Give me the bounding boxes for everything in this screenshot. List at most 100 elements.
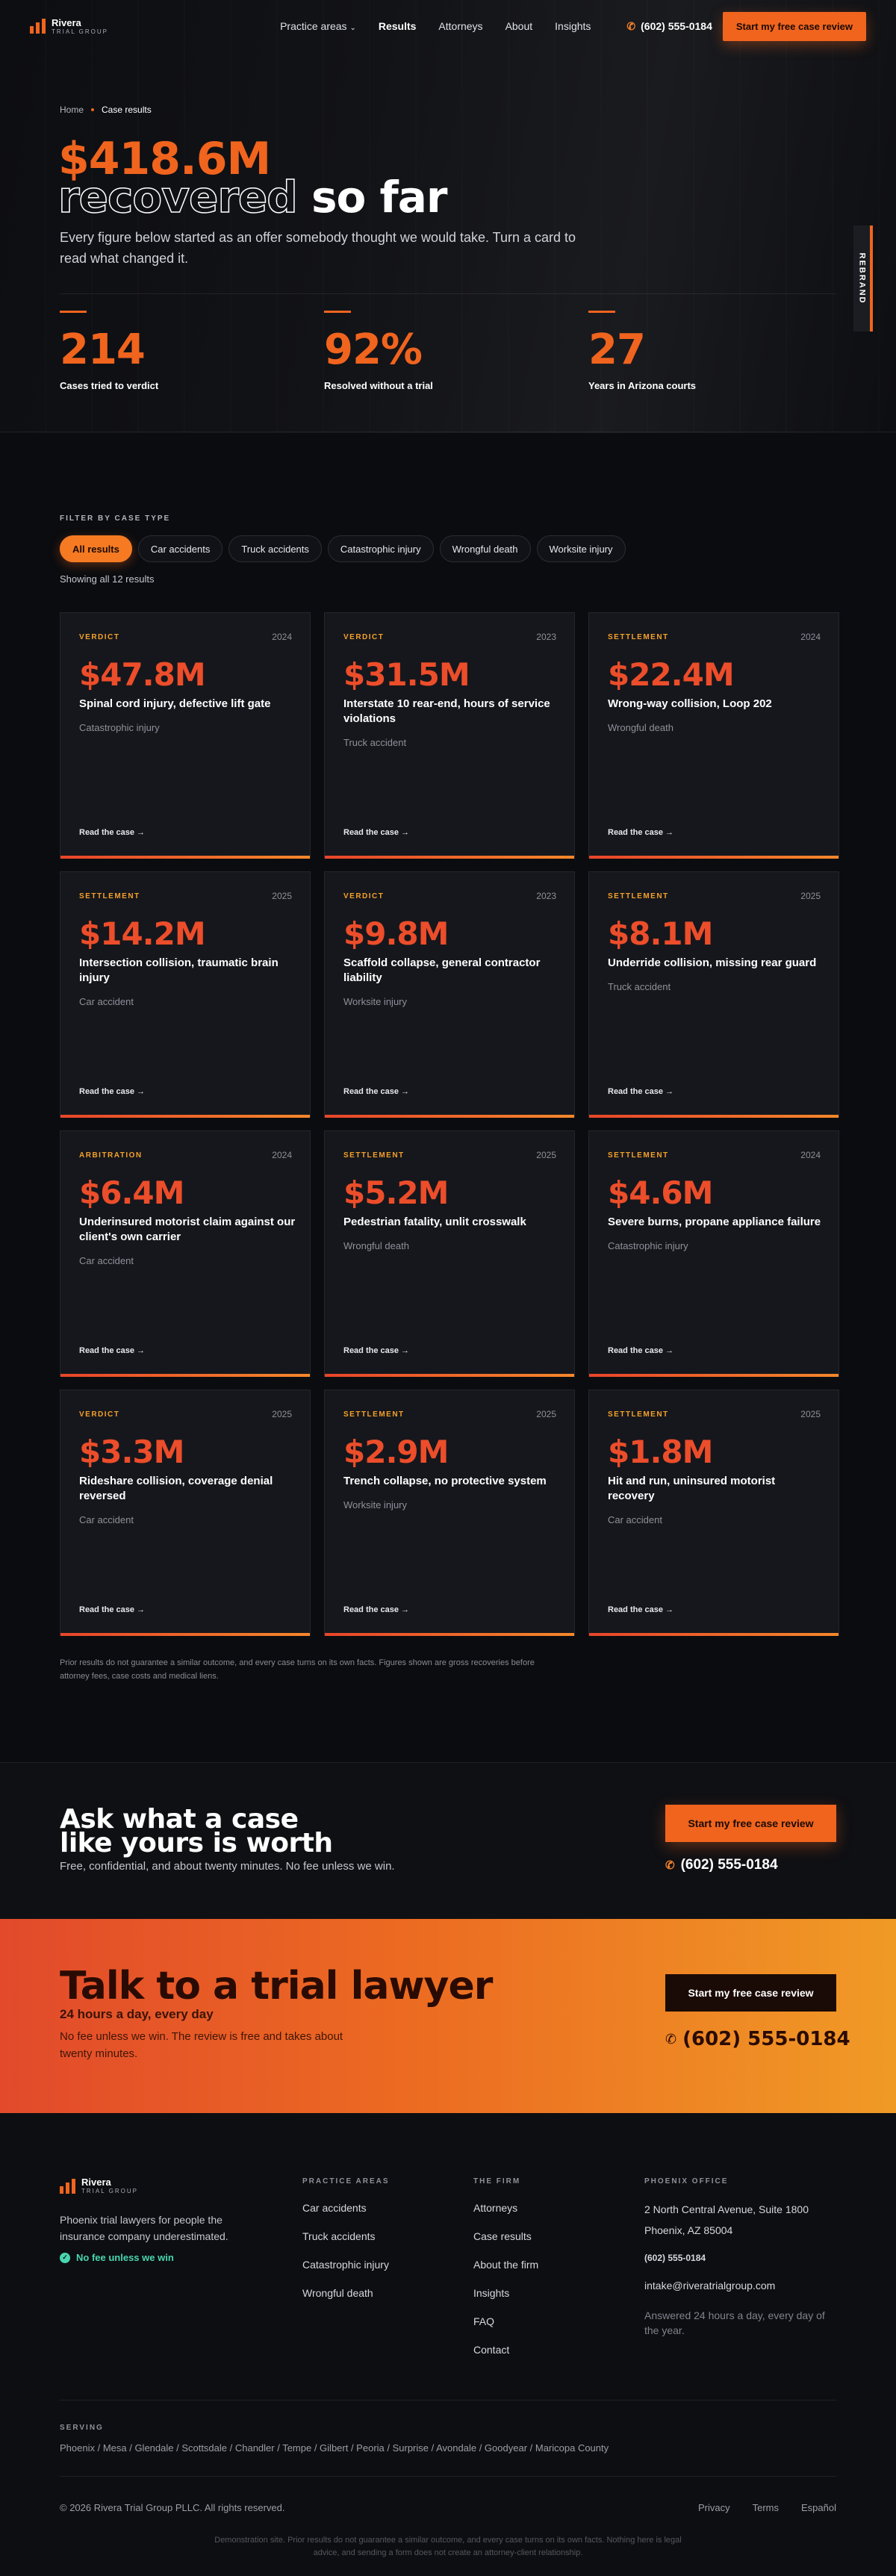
case-title: Pedestrian fatality, unlit crosswalk Wron… xyxy=(343,1215,560,1254)
case-tag: SETTLEMENT xyxy=(608,633,669,641)
trial-lawyer-phone[interactable]: ✆ (602) 555-0184 xyxy=(665,2028,850,2050)
case-card[interactable]: VERDICT 2025 $3.3M Rideshare collision, cov… xyxy=(60,1390,311,1636)
read-case-link[interactable]: Read the case → xyxy=(608,1087,673,1096)
chip-wrongful-death[interactable]: Wrongful death xyxy=(439,535,531,562)
read-case-link[interactable]: Read the case → xyxy=(608,1346,673,1355)
site-footer: Rivera TRIAL GROUP Phoenix trial lawyers … xyxy=(0,2113,896,2576)
cta-band: Ask what a case like yours is worth Free,… xyxy=(0,1762,896,1919)
main-nav: Practice areas ⌄ Results Attorneys About… xyxy=(280,20,591,32)
arrow-right-icon: → xyxy=(137,828,146,837)
case-title: Hit and run, uninsured motorist recovery… xyxy=(608,1474,824,1528)
cta-band-phone[interactable]: ✆ (602) 555-0184 xyxy=(665,1857,778,1873)
nav-attorneys[interactable]: Attorneys xyxy=(438,20,482,32)
case-amount: $31.5M xyxy=(343,656,470,693)
read-case-link[interactable]: Read the case → xyxy=(79,1087,145,1096)
case-card[interactable]: VERDICT 2023 $31.5M Interstate 10 rear-end,… xyxy=(324,612,575,859)
trial-lawyer-subtitle: No fee unless we win. The review is free… xyxy=(60,2030,343,2060)
nav-results[interactable]: Results xyxy=(379,20,417,32)
cta-band-title: Ask what a case like yours is worth xyxy=(60,1804,333,1858)
case-tag: VERDICT xyxy=(79,633,120,641)
case-card[interactable]: VERDICT 2023 $9.8M Scaffold collapse, gener… xyxy=(324,871,575,1118)
phone-icon: ✆ xyxy=(626,19,636,32)
read-case-link[interactable]: Read the case → xyxy=(343,1087,409,1096)
footer-link[interactable]: Case results xyxy=(473,2230,538,2242)
site-header: Rivera TRIAL GROUP Practice areas ⌄ Resul… xyxy=(0,0,896,52)
chip-car-accidents[interactable]: Car accidents xyxy=(137,535,223,562)
serving-areas: Phoenix / Mesa / Glendale / Scottsdale /… xyxy=(60,2442,609,2454)
case-tag: VERDICT xyxy=(343,892,385,900)
arrow-right-icon: → xyxy=(665,1605,674,1614)
case-card[interactable]: SETTLEMENT 2025 $8.1M Underride collision, … xyxy=(588,871,839,1118)
footer-practice-areas: PRACTICE AREAS Car accidents Truck accid… xyxy=(302,2177,390,2299)
case-card[interactable]: SETTLEMENT 2024 $4.6M Severe burns, propane… xyxy=(588,1130,839,1377)
breadcrumb-dot-icon xyxy=(91,108,95,111)
hero-divider xyxy=(60,293,836,294)
logo[interactable]: Rivera TRIAL GROUP xyxy=(30,18,108,35)
read-case-link[interactable]: Read the case → xyxy=(79,828,145,837)
case-title: Rideshare collision, coverage denial rev… xyxy=(79,1474,296,1528)
footer-link[interactable]: FAQ xyxy=(473,2315,538,2327)
rebrand-tab[interactable]: REBRAND xyxy=(853,225,873,332)
espanol-link[interactable]: Español xyxy=(801,2502,836,2513)
results-count: Showing all 12 results xyxy=(60,573,155,585)
office-phone[interactable]: (602) 555-0184 xyxy=(644,2253,839,2263)
chip-catastrophic-injury[interactable]: Catastrophic injury xyxy=(327,535,434,562)
case-type: Car accident xyxy=(79,996,134,1007)
office-hours: Answered 24 hours a day, every day of th… xyxy=(644,2309,825,2336)
footer-logo[interactable]: Rivera TRIAL GROUP xyxy=(60,2177,138,2194)
read-case-link[interactable]: Read the case → xyxy=(343,828,409,837)
footer-link[interactable]: Insights xyxy=(473,2287,538,2299)
cta-band-button[interactable]: Start my free case review xyxy=(665,1805,836,1842)
case-card[interactable]: SETTLEMENT 2025 $2.9M Trench collapse, no p… xyxy=(324,1390,575,1636)
case-year: 2024 xyxy=(800,1150,821,1160)
case-amount: $14.2M xyxy=(79,915,206,952)
case-card[interactable]: SETTLEMENT 2025 $5.2M Pedestrian fatality, … xyxy=(324,1130,575,1377)
footer-link[interactable]: Catastrophic injury xyxy=(302,2259,390,2271)
read-case-link[interactable]: Read the case → xyxy=(608,828,673,837)
read-case-link[interactable]: Read the case → xyxy=(343,1605,409,1614)
header-cta-button[interactable]: Start my free case review xyxy=(722,11,866,41)
read-case-link[interactable]: Read the case → xyxy=(608,1605,673,1614)
office-city: Phoenix, AZ 85004 xyxy=(644,2224,733,2236)
case-card[interactable]: SETTLEMENT 2025 $1.8M Hit and run, uninsure… xyxy=(588,1390,839,1636)
case-year: 2024 xyxy=(272,1150,292,1160)
terms-link[interactable]: Terms xyxy=(753,2502,779,2513)
footer-link[interactable]: Truck accidents xyxy=(302,2230,390,2242)
footer-link[interactable]: Attorneys xyxy=(473,2202,538,2214)
read-case-link[interactable]: Read the case → xyxy=(343,1346,409,1355)
case-year: 2024 xyxy=(272,632,292,642)
nav-insights[interactable]: Insights xyxy=(555,20,591,32)
chip-truck-accidents[interactable]: Truck accidents xyxy=(228,535,322,562)
case-card[interactable]: SETTLEMENT 2025 $14.2M Intersection collisi… xyxy=(60,871,311,1118)
case-type: Catastrophic injury xyxy=(79,722,160,733)
case-card[interactable]: ARBITRATION 2024 $6.4M Underinsured motoris… xyxy=(60,1130,311,1377)
privacy-link[interactable]: Privacy xyxy=(698,2502,730,2513)
case-type: Car accident xyxy=(79,1514,134,1525)
case-card[interactable]: SETTLEMENT 2024 $22.4M Wrong-way collision,… xyxy=(588,612,839,859)
case-type: Truck accident xyxy=(608,981,671,992)
chevron-down-icon: ⌄ xyxy=(349,24,356,32)
case-title: Intersection collision, traumatic brain … xyxy=(79,956,296,1009)
trial-lawyer-button[interactable]: Start my free case review xyxy=(665,1974,836,2012)
nav-about[interactable]: About xyxy=(505,20,533,32)
read-case-link[interactable]: Read the case → xyxy=(79,1346,145,1355)
case-tag: ARBITRATION xyxy=(79,1151,143,1160)
breadcrumb-home[interactable]: Home xyxy=(60,105,84,115)
page: Rivera TRIAL GROUP Practice areas ⌄ Resul… xyxy=(0,0,896,2576)
arrow-right-icon: → xyxy=(401,828,410,837)
chip-all-results[interactable]: All results xyxy=(60,535,132,562)
footer-link[interactable]: Car accidents xyxy=(302,2202,390,2214)
office-email[interactable]: intake@riveratrialgroup.com xyxy=(644,2280,839,2292)
chip-worksite-injury[interactable]: Worksite injury xyxy=(536,535,626,562)
arrow-right-icon: → xyxy=(665,828,674,837)
case-year: 2025 xyxy=(800,1409,821,1419)
footer-link[interactable]: Contact xyxy=(473,2344,538,2356)
read-case-link[interactable]: Read the case → xyxy=(79,1605,145,1614)
case-amount: $22.4M xyxy=(608,656,735,693)
header-phone-link[interactable]: ✆ (602) 555-0184 xyxy=(626,20,712,33)
case-card[interactable]: VERDICT 2024 $47.8M Spinal cord injury, def… xyxy=(60,612,311,859)
footer-divider xyxy=(60,2476,836,2477)
footer-link[interactable]: Wrongful death xyxy=(302,2287,390,2299)
footer-link[interactable]: About the firm xyxy=(473,2259,538,2271)
nav-practice-areas[interactable]: Practice areas ⌄ xyxy=(280,20,356,32)
